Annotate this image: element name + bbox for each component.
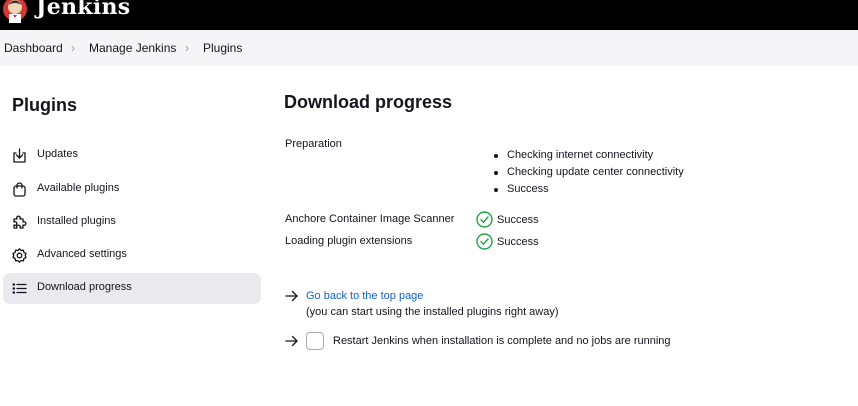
brand-name[interactable]: Jenkins	[36, 0, 130, 20]
arrow-right-icon	[285, 290, 298, 302]
chevron-right-icon: ›	[185, 41, 189, 55]
check-circle-icon	[476, 211, 493, 228]
status-badge: Success	[497, 236, 539, 248]
sidebar-item-advanced-settings[interactable]: Advanced settings	[3, 240, 261, 271]
status-name: Anchore Container Image Scanner	[285, 213, 455, 225]
page-title: Download progress	[284, 92, 453, 112]
bullet	[494, 188, 498, 192]
sidebar-item-installed-plugins[interactable]: Installed plugins	[3, 207, 261, 238]
shopping-bag-icon	[13, 182, 26, 197]
bullet	[494, 154, 498, 158]
restart-label[interactable]: Restart Jenkins when installation is com…	[333, 335, 671, 347]
breadcrumb-manage-jenkins[interactable]: Manage Jenkins	[89, 41, 176, 55]
puzzle-piece-icon	[13, 215, 27, 229]
status-badge: Success	[497, 214, 539, 226]
download-tray-icon	[13, 148, 26, 163]
chevron-right-icon: ›	[71, 41, 75, 55]
check-circle-icon	[476, 233, 493, 250]
list-icon	[12, 283, 27, 294]
sidebar-item-label: Download progress	[37, 281, 132, 293]
sidebar-item-available-plugins[interactable]: Available plugins	[3, 174, 261, 205]
sidebar-item-label: Installed plugins	[37, 215, 116, 227]
sidebar-title: Plugins	[12, 95, 78, 115]
preparation-step: Checking internet connectivity	[507, 149, 654, 161]
preparation-label: Preparation	[285, 138, 342, 150]
back-hint: (you can start using the installed plugi…	[306, 306, 559, 318]
sidebar-item-label: Available plugins	[37, 182, 120, 194]
sidebar-item-label: Updates	[37, 148, 78, 160]
breadcrumb: Dashboard › Manage Jenkins › Plugins	[0, 30, 858, 66]
preparation-step: Checking update center connectivity	[507, 166, 684, 178]
status-name: Loading plugin extensions	[285, 235, 413, 247]
jenkins-logo[interactable]	[2, 0, 28, 24]
gear-icon	[12, 248, 27, 263]
sidebar-item-label: Advanced settings	[37, 248, 127, 260]
top-bar: Jenkins	[0, 0, 858, 30]
back-to-top-link[interactable]: Go back to the top page	[306, 290, 423, 302]
breadcrumb-plugins[interactable]: Plugins	[203, 41, 242, 55]
bullet	[494, 171, 498, 175]
sidebar-item-updates[interactable]: Updates	[3, 140, 261, 171]
arrow-right-icon	[285, 335, 298, 347]
restart-checkbox[interactable]	[306, 332, 324, 350]
breadcrumb-dashboard[interactable]: Dashboard	[4, 41, 63, 55]
preparation-step: Success	[507, 183, 549, 195]
sidebar-item-download-progress[interactable]: Download progress	[3, 273, 261, 304]
